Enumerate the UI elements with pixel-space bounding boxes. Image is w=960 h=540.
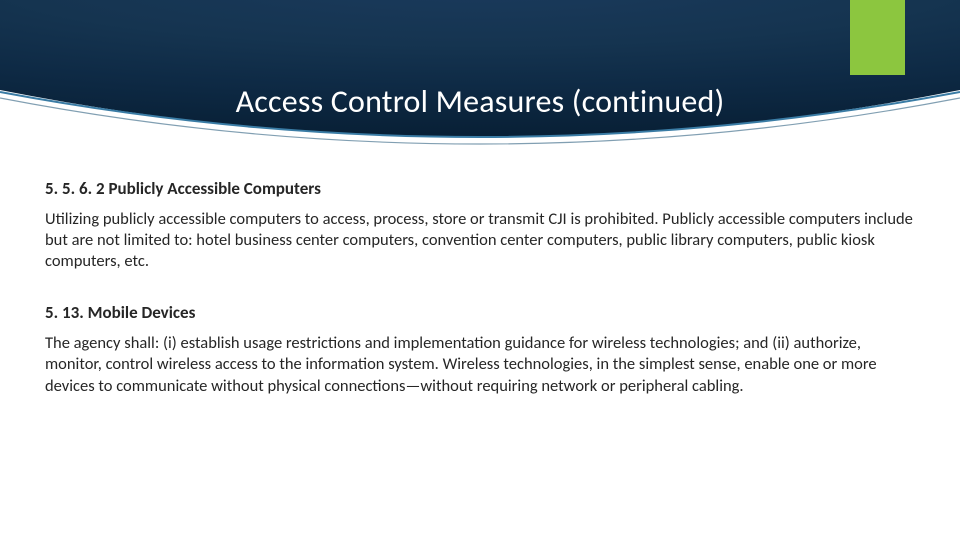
section-heading: 5. 5. 6. 2 Publicly Accessible Computers <box>45 178 915 199</box>
section-paragraph: The agency shall: (i) establish usage re… <box>45 333 915 396</box>
section-heading: 5. 13. Mobile Devices <box>45 302 915 323</box>
slide-body: 5. 5. 6. 2 Publicly Accessible Computers… <box>45 178 915 427</box>
slide-title: Access Control Measures (continued) <box>0 82 960 121</box>
slide: Access Control Measures (continued) 5. 5… <box>0 0 960 540</box>
section-paragraph: Utilizing publicly accessible computers … <box>45 209 915 272</box>
slide-header: Access Control Measures (continued) <box>0 0 960 170</box>
accent-rectangle <box>850 0 905 75</box>
